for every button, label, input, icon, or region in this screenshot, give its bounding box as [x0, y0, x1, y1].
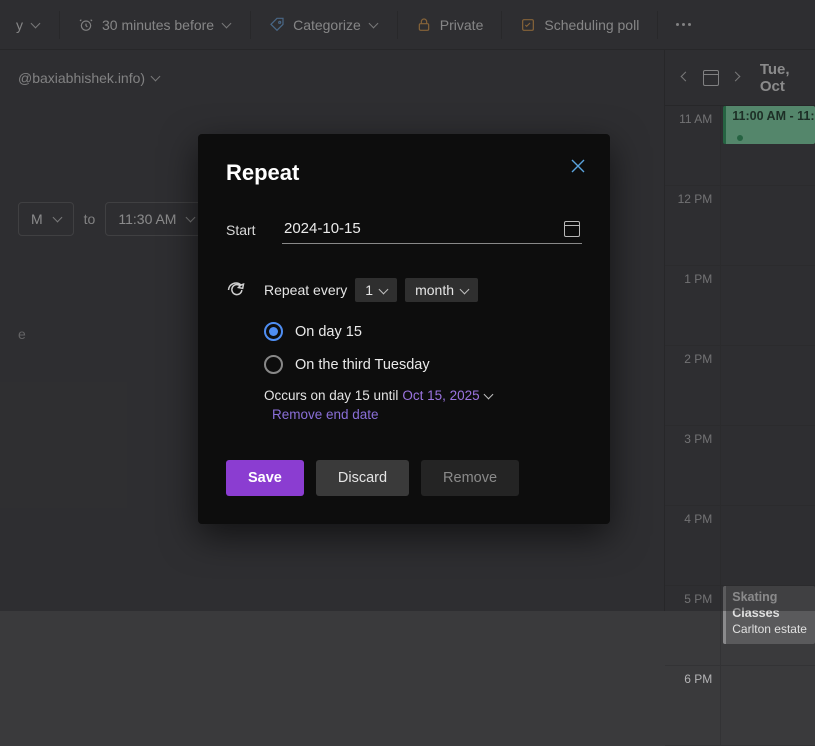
start-date-input[interactable]: 2024-10-15 — [282, 216, 582, 244]
radio-icon — [264, 355, 283, 374]
calendar-icon — [564, 221, 580, 237]
repeat-count-value: 1 — [365, 282, 373, 298]
start-date-value: 2024-10-15 — [284, 220, 361, 237]
occurs-prefix: Occurs on day 15 until — [264, 388, 398, 403]
remove-end-date-link[interactable]: Remove end date — [272, 407, 379, 422]
recurrence-icon — [226, 280, 246, 300]
discard-button[interactable]: Discard — [316, 460, 409, 496]
radio-on-day[interactable]: On day 15 — [264, 322, 582, 341]
modal-close-button[interactable] — [564, 152, 592, 180]
end-date-value: Oct 15, 2025 — [402, 388, 479, 403]
modal-title: Repeat — [226, 160, 582, 186]
repeat-every-label: Repeat every — [264, 282, 347, 298]
monthly-pattern-radio-group: On day 15 On the third Tuesday — [264, 322, 582, 374]
chevron-down-icon — [484, 391, 494, 401]
chevron-down-icon — [460, 286, 470, 296]
end-date-dropdown[interactable]: Oct 15, 2025 — [402, 388, 493, 403]
radio-on-weekday-label: On the third Tuesday — [295, 357, 430, 373]
repeat-unit-select[interactable]: month — [405, 278, 478, 302]
radio-icon — [264, 322, 283, 341]
repeat-modal: Repeat Start 2024-10-15 Repeat every 1 m… — [198, 134, 610, 524]
hour-label: 6 PM — [665, 666, 721, 745]
start-label: Start — [226, 222, 264, 238]
radio-on-weekday[interactable]: On the third Tuesday — [264, 355, 582, 374]
repeat-unit-value: month — [415, 282, 454, 298]
event-location: Carlton estate - — [732, 622, 809, 645]
save-button[interactable]: Save — [226, 460, 304, 496]
hour-cell[interactable] — [721, 666, 815, 745]
radio-on-day-label: On day 15 — [295, 324, 362, 340]
chevron-down-icon — [379, 286, 389, 296]
repeat-count-select[interactable]: 1 — [355, 278, 397, 302]
modal-button-row: Save Discard Remove — [226, 460, 582, 496]
remove-button[interactable]: Remove — [421, 460, 519, 496]
occurrence-summary: Occurs on day 15 until Oct 15, 2025 Remo… — [264, 388, 582, 422]
close-icon — [570, 158, 586, 174]
